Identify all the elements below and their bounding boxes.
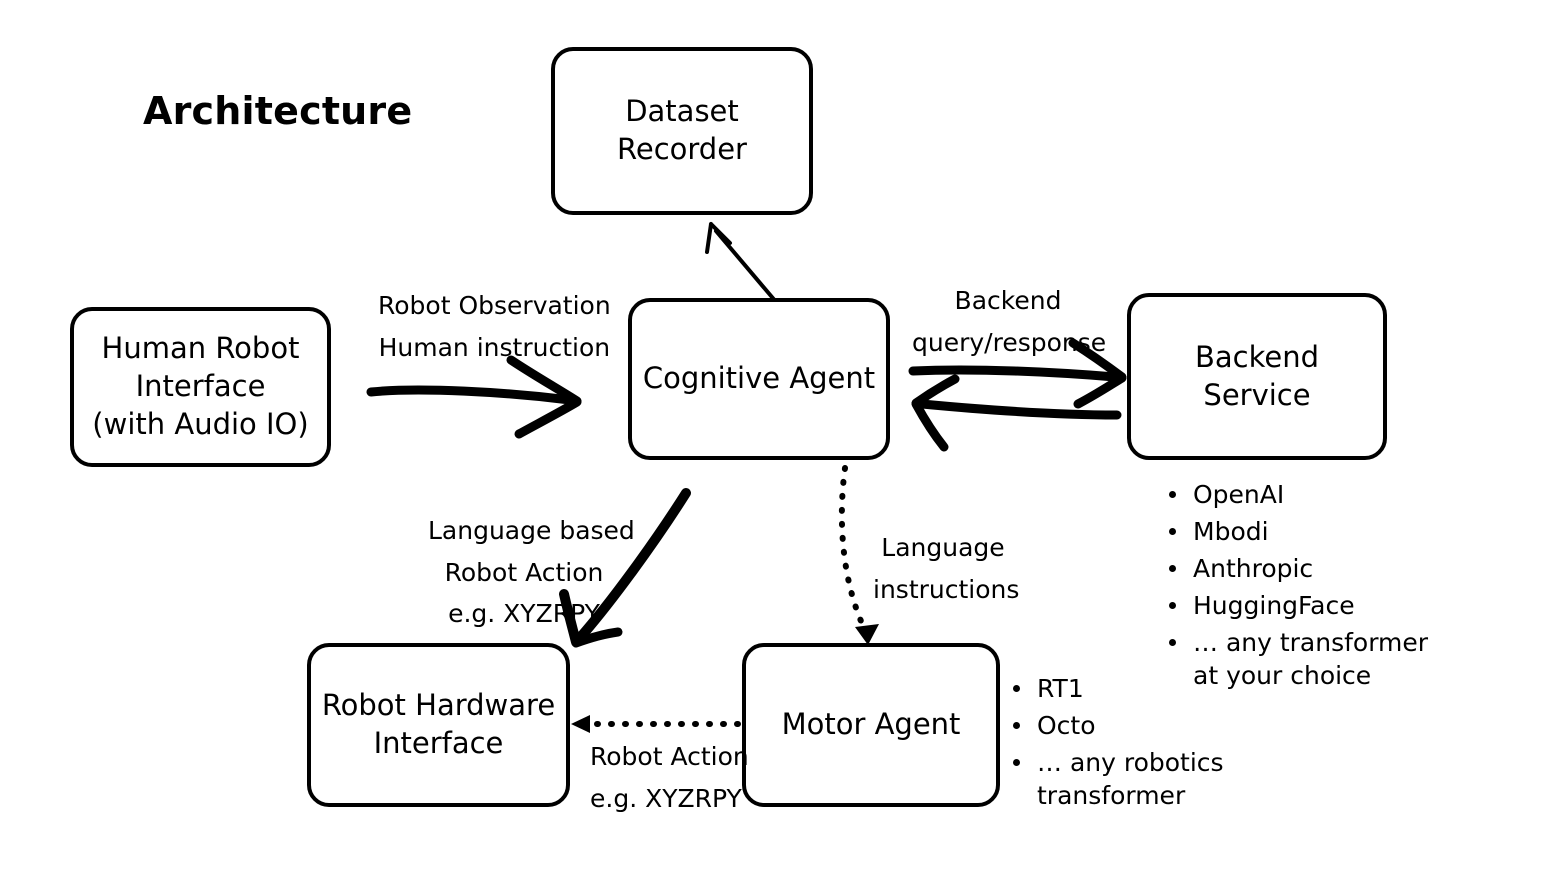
edge-cognitive-to-dataset-recorder: [705, 222, 779, 305]
node-human-robot-interface[interactable]: Human Robot Interface (with Audio IO): [70, 307, 331, 467]
bullet-icon: [1013, 759, 1020, 766]
list-item-label: RT1: [1037, 674, 1084, 703]
motor-options-items: RT1 Octo … any robotics transformer: [1007, 672, 1237, 812]
node-cognitive-agent-label: Cognitive Agent: [642, 361, 876, 396]
list-item-label: Mbodi: [1193, 517, 1269, 546]
list-item-label: … any robotics transformer: [1037, 748, 1224, 810]
node-cognitive-agent[interactable]: Cognitive Agent: [628, 298, 890, 460]
bullet-icon: [1013, 685, 1020, 692]
motor-options-list: RT1 Octo … any robotics transformer: [1007, 672, 1237, 816]
list-item: HuggingFace: [1163, 589, 1443, 622]
list-item: OpenAI: [1163, 478, 1443, 511]
architecture-diagram: Architecture Dataset Recorder Human Robo…: [0, 0, 1545, 869]
edge-label-cognitive-to-backend: Backend query/response: [912, 286, 1107, 357]
edge-label-hri-to-cognitive: Robot Observation Human instruction: [378, 291, 611, 362]
node-robot-hardware-interface-label: Robot Hardware Interface: [321, 688, 556, 760]
bullet-icon: [1169, 602, 1176, 609]
node-backend-service-label: Backend Service: [1194, 339, 1319, 412]
list-item: Anthropic: [1163, 552, 1443, 585]
edge-motor-to-hardware: [571, 715, 741, 733]
list-item: RT1: [1007, 672, 1237, 705]
list-item-label: Anthropic: [1193, 554, 1314, 583]
node-motor-agent[interactable]: Motor Agent: [742, 643, 1000, 807]
node-dataset-recorder[interactable]: Dataset Recorder: [551, 47, 813, 215]
edge-label-cognitive-to-hardware: Language based Robot Action e.g. XYZRPY: [428, 516, 635, 628]
list-item: … any robotics transformer: [1007, 746, 1237, 812]
bullet-icon: [1169, 639, 1176, 646]
page-title: Architecture: [143, 89, 413, 133]
edge-label-cognitive-to-motor: Language instructions: [873, 533, 1020, 604]
bullet-icon: [1013, 722, 1020, 729]
node-robot-hardware-interface[interactable]: Robot Hardware Interface: [307, 643, 570, 807]
node-backend-service[interactable]: Backend Service: [1127, 293, 1387, 460]
list-item-label: Octo: [1037, 711, 1096, 740]
bullet-icon: [1169, 528, 1176, 535]
node-human-robot-interface-label: Human Robot Interface (with Audio IO): [92, 331, 309, 441]
node-dataset-recorder-label: Dataset Recorder: [617, 94, 747, 166]
list-item: Mbodi: [1163, 515, 1443, 548]
list-item: Octo: [1007, 709, 1237, 742]
edge-hri-to-cognitive: [366, 355, 582, 439]
node-motor-agent-label: Motor Agent: [781, 707, 961, 742]
edge-label-motor-to-hardware: Robot Action e.g. XYZRPY: [590, 742, 749, 813]
list-item-label: OpenAI: [1193, 480, 1285, 509]
backend-options-list: OpenAI Mbodi Anthropic HuggingFace… any tra…: [1163, 478, 1443, 696]
bullet-icon: [1169, 565, 1176, 572]
backend-options-items: OpenAI Mbodi Anthropic HuggingFace… any tra…: [1163, 478, 1443, 692]
bullet-icon: [1169, 491, 1176, 498]
list-item-label: HuggingFace: [1193, 591, 1355, 620]
edge-backend-to-cognitive: [911, 374, 1122, 452]
